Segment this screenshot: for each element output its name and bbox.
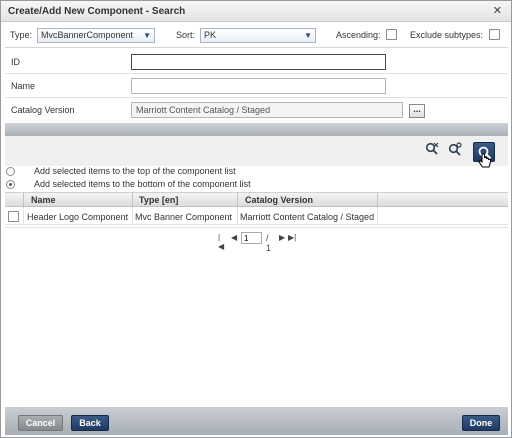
page-total: / 1 <box>266 233 272 253</box>
chevron-down-icon: ▼ <box>143 31 151 40</box>
add-to-bottom-radio[interactable] <box>6 180 15 189</box>
column-header-type[interactable]: Type [en] <box>139 195 178 205</box>
id-label: ID <box>11 57 20 67</box>
clear-search-icon[interactable] <box>423 142 441 160</box>
add-to-bottom-label: Add selected items to the bottom of the … <box>34 179 251 189</box>
cancel-button[interactable]: Cancel <box>18 415 63 431</box>
ascending-checkbox[interactable] <box>386 29 397 40</box>
dialog-title: Create/Add New Component - Search <box>8 6 186 17</box>
chevron-down-icon: ▼ <box>304 31 312 40</box>
next-page-icon[interactable]: ▶ <box>279 233 285 242</box>
browse-button[interactable]: ... <box>409 104 425 118</box>
column-divider <box>132 208 133 224</box>
page-number-input[interactable] <box>241 232 262 244</box>
last-page-icon[interactable]: ▶| <box>288 233 296 242</box>
column-divider <box>23 208 24 224</box>
search-dialog: Create/Add New Component - Search ✕ Type… <box>0 0 512 438</box>
type-label: Type: <box>10 30 33 40</box>
type-select[interactable]: MvcBannerComponent ▼ <box>37 28 155 43</box>
row-name: Header Logo Component <box>27 212 129 222</box>
dialog-titlebar: Create/Add New Component - Search ✕ <box>1 1 511 22</box>
exclude-subtypes-label: Exclude subtypes: <box>410 30 484 40</box>
name-label: Name <box>11 81 36 91</box>
add-to-bottom-option[interactable]: Add selected items to the bottom of the … <box>5 179 508 191</box>
close-icon[interactable]: ✕ <box>493 4 502 17</box>
toolbar-band <box>5 123 508 136</box>
column-divider <box>377 208 378 224</box>
exclude-subtypes-checkbox[interactable] <box>489 29 500 40</box>
table-row[interactable]: Header Logo Component Mvc Banner Compone… <box>5 208 508 225</box>
grid-divider <box>5 227 508 228</box>
add-to-top-label: Add selected items to the top of the com… <box>34 166 236 176</box>
name-field[interactable] <box>131 78 386 94</box>
catalog-version-label: Catalog Version <box>11 105 75 115</box>
add-to-top-radio[interactable] <box>6 167 15 176</box>
sort-select-value: PK <box>204 30 217 40</box>
sort-select[interactable]: PK ▼ <box>200 28 316 43</box>
row-checkbox[interactable] <box>8 211 19 222</box>
ascending-label: Ascending: <box>336 30 381 40</box>
column-divider <box>237 208 238 224</box>
search-toolbar <box>5 136 508 166</box>
row-catalog-version: Marriott Content Catalog / Staged <box>240 212 375 222</box>
grid-header: Name Type [en] Catalog Version <box>5 192 508 208</box>
sort-label: Sort: <box>176 30 196 40</box>
advanced-search-icon[interactable] <box>446 142 464 160</box>
back-button[interactable]: Back <box>71 415 109 431</box>
add-to-top-option[interactable]: Add selected items to the top of the com… <box>5 166 508 178</box>
column-divider <box>237 193 238 208</box>
name-row: Name <box>5 75 508 98</box>
row-type: Mvc Banner Component <box>135 212 233 222</box>
catalog-version-field[interactable]: Marriott Content Catalog / Staged <box>131 102 403 118</box>
type-select-value: MvcBannerComponent <box>41 30 134 40</box>
column-divider <box>377 193 378 208</box>
column-header-catalog-version[interactable]: Catalog Version <box>245 195 313 205</box>
column-divider <box>132 193 133 208</box>
id-field[interactable] <box>131 54 386 70</box>
filter-bar: Type: MvcBannerComponent ▼ Sort: PK ▼ As… <box>5 24 508 48</box>
id-row: ID <box>5 51 508 74</box>
dialog-footer: Cancel Back Done <box>5 407 508 435</box>
first-page-icon[interactable]: |◀ <box>218 233 224 251</box>
column-divider <box>23 193 24 208</box>
column-header-name[interactable]: Name <box>31 195 56 205</box>
catalog-row: Catalog Version Marriott Content Catalog… <box>5 99 508 122</box>
prev-page-icon[interactable]: ◀ <box>231 233 237 242</box>
done-button[interactable]: Done <box>462 415 500 431</box>
